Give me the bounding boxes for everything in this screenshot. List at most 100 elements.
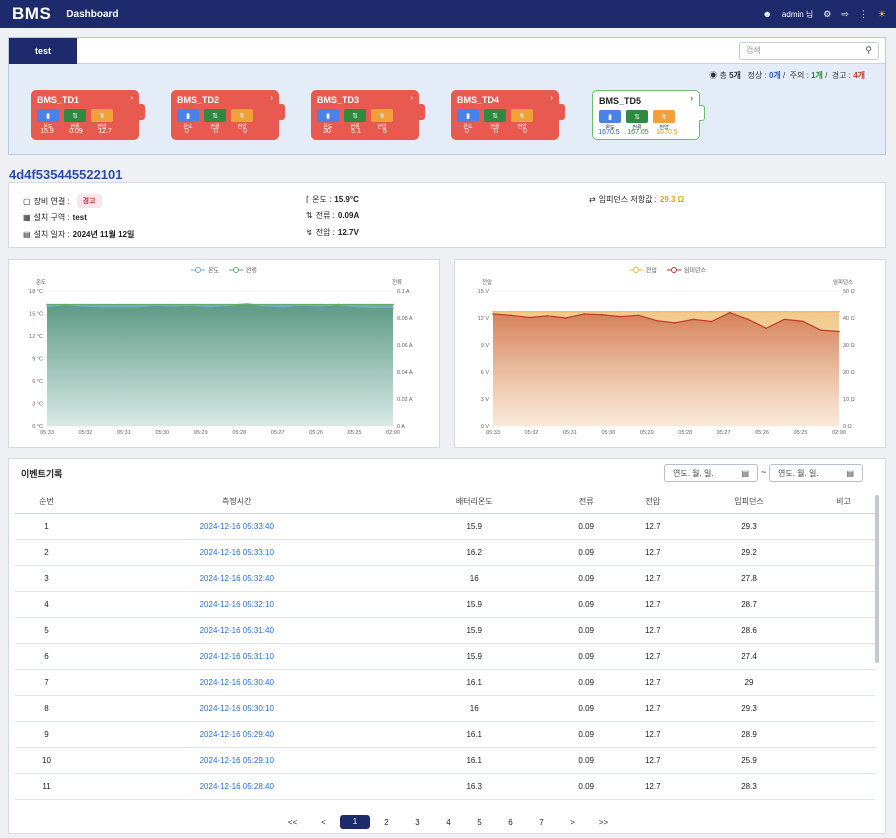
device-card-bms_td1[interactable]: BMS_TD1 › ▮ ⇅ ↯ 온도 전류 전압 15.9 0.09 12.7 (31, 90, 145, 140)
pagination: << <1 2 3 4 5 6 7 > >> (9, 815, 887, 829)
measure-time-link[interactable]: 2024-12-16 05:29:40 (77, 721, 396, 748)
table-cell: 0.09 (552, 695, 620, 722)
measure-time-link[interactable]: 2024-12-16 05:32:40 (77, 565, 396, 592)
data-point (228, 303, 230, 306)
chevron-right-icon[interactable]: › (550, 93, 553, 102)
table-row[interactable]: 6 2024-12-16 05:31:10 15.9 0.09 12.7 27.4 (15, 643, 875, 670)
search-icon[interactable]: ⚲ (865, 45, 872, 56)
thermometer-icon: ▮ (457, 109, 479, 122)
y-tick-left: 15 V (478, 289, 490, 295)
data-point (301, 303, 303, 306)
chevron-right-icon[interactable]: › (410, 93, 413, 102)
app-logo[interactable]: BMS (12, 4, 51, 24)
table-row[interactable]: 2 2024-12-16 05:33:10 16.2 0.09 12.7 29.2 (15, 539, 875, 566)
impedance-label: 임피던스 저항값 : (598, 195, 657, 204)
table-cell: 27.4 (686, 643, 812, 670)
table-row[interactable]: 3 2024-12-16 05:32:40 16 0.09 12.7 27.8 (15, 565, 875, 592)
next-page-button[interactable]: > (557, 818, 588, 827)
prev-page-button[interactable]: < (308, 818, 339, 827)
table-cell: 4 (15, 591, 78, 618)
table-cell: 0.09 (552, 643, 620, 670)
logout-icon[interactable]: ⇨ (841, 9, 849, 20)
date-separator: ~ (761, 467, 767, 477)
device-card-bms_td5[interactable]: BMS_TD5 › ▮ ⇅ ↯ 온도 전류 전압 1670.5 167.05 1670.5 (592, 90, 705, 140)
measure-time-link[interactable]: 2024-12-16 05:31:40 (77, 617, 396, 644)
data-point (119, 303, 121, 306)
voltage-impedance-chart: 전압 임피던스 전압 임피던스 15 V 12 V9 V6 V3 V0 V 50 Ω 40 Ω… (454, 259, 886, 448)
table-row[interactable]: 5 2024-12-16 05:31:40 15.9 0.09 12.7 28.6 (15, 617, 875, 644)
calendar-icon[interactable]: ▤ (846, 469, 854, 478)
device-info-panel: ▢ 장비 연결 : 경고 ▦ 설치 구역 : test ▤ 설치 일자 : 20… (8, 182, 886, 248)
page-3[interactable]: 3 (402, 818, 433, 827)
data-point (728, 311, 731, 314)
device-card-bms_td2[interactable]: BMS_TD2 › ▮ ⇅ ↯ 온도 전류 전압 0 0 0 (171, 90, 285, 140)
measure-time-link[interactable]: 2024-12-16 05:30:40 (77, 669, 396, 696)
measure-time-link[interactable]: 2024-12-16 05:31:10 (77, 643, 396, 670)
data-point (656, 319, 658, 322)
measure-time-link[interactable]: 2024-12-16 05:30:10 (77, 695, 396, 722)
data-point (674, 310, 676, 313)
search-placeholder: 검색 (746, 46, 761, 55)
data-point (46, 303, 48, 306)
y-tick-right: 0.06 A (397, 343, 413, 349)
page-5[interactable]: 5 (464, 818, 495, 827)
table-cell: 12.7 (619, 539, 687, 566)
data-point (264, 303, 267, 306)
data-point (656, 310, 658, 313)
bolt-icon: ↯ (511, 109, 533, 122)
table-row[interactable]: 9 2024-12-16 05:29:40 16.1 0.09 12.7 28.9 (15, 721, 875, 748)
page-1[interactable]: 1 (340, 815, 370, 829)
chevron-right-icon[interactable]: › (270, 93, 273, 102)
table-row[interactable]: 10 2024-12-16 05:29:10 16.1 0.09 12.7 25.9 (15, 747, 875, 774)
table-cell: 0.09 (552, 747, 620, 774)
metric-value: 0 (494, 128, 498, 135)
table-row[interactable]: 11 2024-12-16 05:28:40 16.3 0.09 12.7 28.3 (15, 773, 875, 800)
end-date-input[interactable]: 연도. 월. 일. ▤ (769, 464, 863, 482)
measure-time-link[interactable]: 2024-12-16 05:28:40 (77, 773, 396, 800)
sun-icon[interactable]: ☀ (878, 9, 886, 20)
page-2[interactable]: 2 (371, 818, 402, 827)
user-name[interactable]: admin 님 (782, 9, 813, 20)
first-page-button[interactable]: << (277, 818, 308, 827)
chevron-right-icon[interactable]: › (130, 93, 133, 102)
metric-value: 0 (465, 128, 469, 135)
measure-time-link[interactable]: 2024-12-16 05:33:10 (77, 539, 396, 566)
data-point (373, 303, 376, 306)
table-scrollbar[interactable] (875, 495, 879, 663)
data-point (246, 303, 249, 306)
data-point (747, 310, 749, 313)
data-point (783, 318, 786, 321)
legend-marker (233, 267, 239, 273)
last-page-button[interactable]: >> (588, 818, 619, 827)
table-cell: 16.1 (395, 669, 553, 696)
device-card-bms_td3[interactable]: BMS_TD3 › ▮ ⇅ ↯ 온도 전류 전압 30 5.1 5 (311, 90, 425, 140)
monitor-icon: ▢ (23, 196, 31, 206)
table-row[interactable]: 1 2024-12-16 05:33:40 15.9 0.09 12.7 29.3 (15, 513, 875, 540)
table-cell: 0.09 (552, 565, 620, 592)
current-icon: ⇅ (484, 109, 506, 122)
table-cell (811, 643, 875, 670)
normal-count: 0개 (768, 71, 781, 80)
device-card-bms_td4[interactable]: BMS_TD4 › ▮ ⇅ ↯ 온도 전류 전압 0 0 0 (451, 90, 565, 140)
data-point (546, 310, 549, 313)
settings-icon[interactable]: ⚙ (823, 9, 831, 20)
tab-test[interactable]: test (9, 37, 77, 64)
calendar-icon[interactable]: ▤ (741, 469, 749, 478)
search-input[interactable]: 검색 ⚲ (739, 41, 879, 60)
measure-time-link[interactable]: 2024-12-16 05:29:10 (77, 747, 396, 774)
table-row[interactable]: 8 2024-12-16 05:30:10 16 0.09 12.7 29.3 (15, 695, 875, 722)
start-date-input[interactable]: 연도. 월. 일. ▤ (664, 464, 758, 482)
measure-time-link[interactable]: 2024-12-16 05:33:40 (77, 513, 396, 540)
page-7[interactable]: 7 (526, 818, 557, 827)
chevron-right-icon[interactable]: › (690, 94, 693, 103)
table-cell (811, 513, 875, 540)
table-row[interactable]: 7 2024-12-16 05:30:40 16.1 0.09 12.7 29 (15, 669, 875, 696)
page-4[interactable]: 4 (433, 818, 464, 827)
zone-label: 설치 구역 : (33, 213, 70, 222)
tab-bar: test 검색 ⚲ (9, 37, 885, 64)
table-cell: 1 (15, 513, 78, 540)
page-6[interactable]: 6 (495, 818, 526, 827)
more-icon[interactable]: ⋮ (859, 9, 868, 20)
measure-time-link[interactable]: 2024-12-16 05:32:10 (77, 591, 396, 618)
table-row[interactable]: 4 2024-12-16 05:32:10 15.9 0.09 12.7 28.7 (15, 591, 875, 618)
